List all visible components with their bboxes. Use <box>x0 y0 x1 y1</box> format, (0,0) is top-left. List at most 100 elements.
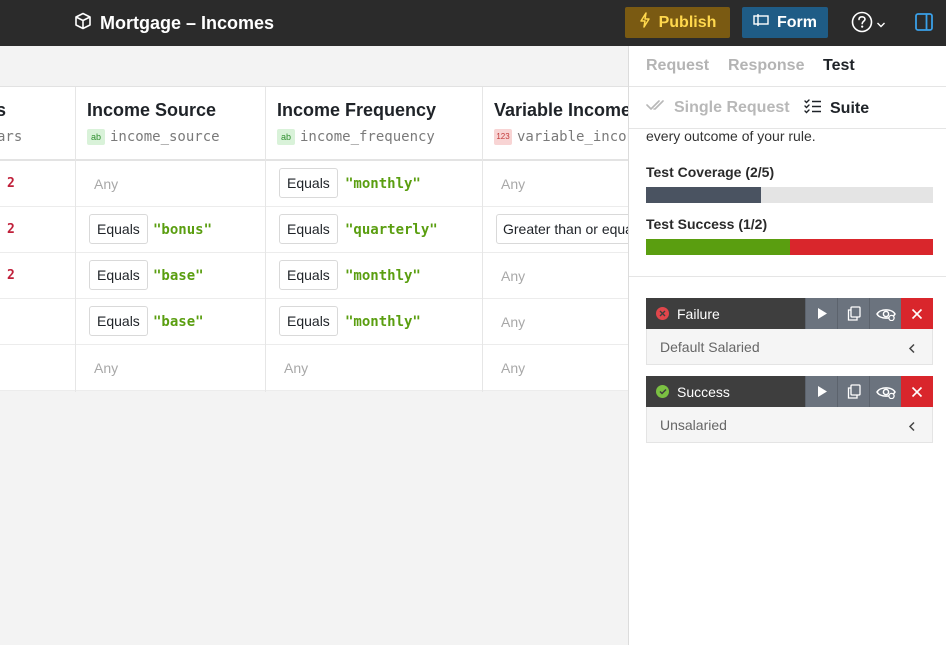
table-cell[interactable]: Any <box>483 345 628 391</box>
text-type-icon: ab <box>277 129 295 145</box>
table-cell[interactable]: Greater than or equa <box>483 207 628 253</box>
table-cell[interactable]: Equals "base" <box>76 253 265 299</box>
cell-value: "monthly" <box>345 314 421 330</box>
x-circle-icon <box>656 307 669 320</box>
table-column-income-source: Income Source ab income_source Any Equals… <box>76 87 266 392</box>
test-case: Success Unsalaried <box>646 376 933 443</box>
document-title: Mortgage – Incomes <box>100 13 275 33</box>
column-key-text: income_frequency <box>300 129 435 145</box>
play-icon[interactable] <box>805 298 837 329</box>
help-menu[interactable] <box>851 11 886 38</box>
cell-value: 2 <box>7 222 15 237</box>
table-cell[interactable] <box>0 345 75 391</box>
form-button[interactable]: Form <box>742 7 828 38</box>
operator-box[interactable]: Equals <box>89 214 148 244</box>
table-cell[interactable]: Any <box>483 253 628 299</box>
test-panel: Request Response Test Single Request Sui… <box>628 46 946 645</box>
column-key-text: ars <box>0 129 23 145</box>
cell-value: 2 <box>7 268 15 283</box>
operator-box[interactable]: Equals <box>89 260 148 290</box>
suite-description: every outcome of your rule. <box>646 128 816 144</box>
table-cell[interactable]: 2 <box>0 161 75 207</box>
copy-icon[interactable] <box>837 298 869 329</box>
table-cell[interactable]: Any <box>266 345 482 391</box>
test-case-actions <box>805 376 933 407</box>
cell-any: Any <box>501 314 526 330</box>
operator-box[interactable]: Equals <box>89 306 148 336</box>
column-header[interactable]: Income Frequency ab income_frequency <box>266 87 482 161</box>
table-cell[interactable]: Any <box>76 161 265 207</box>
chevron-left-icon[interactable] <box>908 341 916 359</box>
table-cell[interactable]: Any <box>483 299 628 345</box>
column-title: Income Source <box>87 100 217 120</box>
column-key: ars <box>0 129 22 145</box>
table-column: s ars 2 2 2 <box>0 87 76 392</box>
operator-box[interactable]: Greater than or equa <box>496 214 628 244</box>
table-cell[interactable]: 2 <box>0 253 75 299</box>
divider <box>629 276 946 277</box>
column-header[interactable]: Variable Income 123 variable_incon <box>483 87 628 161</box>
eye-icon[interactable] <box>869 376 901 407</box>
column-title: Income Frequency <box>277 100 437 120</box>
publish-button[interactable]: Publish <box>625 7 730 38</box>
double-check-icon <box>646 98 666 117</box>
test-case: Failure Default Salaried <box>646 298 933 365</box>
decision-table-area: s ars 2 2 2 Income Source ab income_sourc… <box>0 46 628 645</box>
cube-icon <box>74 12 92 35</box>
table-cell[interactable]: Equals "monthly" <box>266 299 482 345</box>
cell-any: Any <box>501 268 526 284</box>
copy-icon[interactable] <box>837 376 869 407</box>
operator-box[interactable]: Equals <box>279 168 338 198</box>
sidebar-toggle-icon[interactable] <box>914 12 934 37</box>
delete-icon[interactable] <box>901 298 933 329</box>
coverage-bar <box>646 187 933 203</box>
table-cell[interactable]: Equals "base" <box>76 299 265 345</box>
delete-icon[interactable] <box>901 376 933 407</box>
form-label: Form <box>777 13 817 31</box>
table-cell[interactable]: Equals "monthly" <box>266 161 482 207</box>
table-cell[interactable] <box>0 299 75 345</box>
help-icon <box>851 11 873 38</box>
test-case-header[interactable]: Failure <box>646 298 933 329</box>
coverage-label: Test Coverage (2/5) <box>646 164 775 180</box>
tab-response[interactable]: Response <box>728 57 804 75</box>
cell-value: "monthly" <box>345 176 421 192</box>
table-cell[interactable]: Equals "bonus" <box>76 207 265 253</box>
column-key: 123 variable_incon <box>494 129 628 145</box>
operator-box[interactable]: Equals <box>279 214 338 244</box>
success-fill <box>646 239 790 255</box>
operator-box[interactable]: Equals <box>279 260 338 290</box>
cell-value: "base" <box>153 268 204 284</box>
table-cell[interactable]: Equals "quarterly" <box>266 207 482 253</box>
failure-fill <box>789 239 933 255</box>
cell-value: "quarterly" <box>345 222 438 238</box>
tab-single-request[interactable]: Single Request <box>646 98 790 117</box>
test-mode-tabs: Single Request Suite <box>629 87 946 129</box>
eye-icon[interactable] <box>869 298 901 329</box>
publish-label: Publish <box>658 13 717 31</box>
chevron-left-icon[interactable] <box>908 419 916 437</box>
play-icon[interactable] <box>805 376 837 407</box>
column-header[interactable]: s ars <box>0 87 75 161</box>
tab-test[interactable]: Test <box>823 57 855 75</box>
test-case-body[interactable]: Default Salaried <box>646 329 933 365</box>
operator-box[interactable]: Equals <box>279 306 338 336</box>
test-case-header[interactable]: Success <box>646 376 933 407</box>
test-case-body[interactable]: Unsalaried <box>646 407 933 443</box>
column-header[interactable]: Income Source ab income_source <box>76 87 265 161</box>
number-type-icon: 123 <box>494 129 512 145</box>
tab-suite-label: Suite <box>830 99 870 117</box>
chevron-down-icon <box>876 16 886 34</box>
table-cell[interactable]: Any <box>76 345 265 391</box>
tab-single-request-label: Single Request <box>674 98 790 116</box>
table-cell[interactable]: 2 <box>0 207 75 253</box>
table-cell[interactable]: Any <box>483 161 628 207</box>
cell-value: "bonus" <box>153 222 213 238</box>
tab-request[interactable]: Request <box>646 57 709 75</box>
success-label: Test Success (1/2) <box>646 216 768 232</box>
table-cell[interactable]: Equals "monthly" <box>266 253 482 299</box>
success-bar <box>646 239 933 255</box>
tab-suite[interactable]: Suite <box>804 98 869 119</box>
column-title: Variable Income <box>494 100 628 120</box>
test-case-status: Failure <box>677 305 720 322</box>
